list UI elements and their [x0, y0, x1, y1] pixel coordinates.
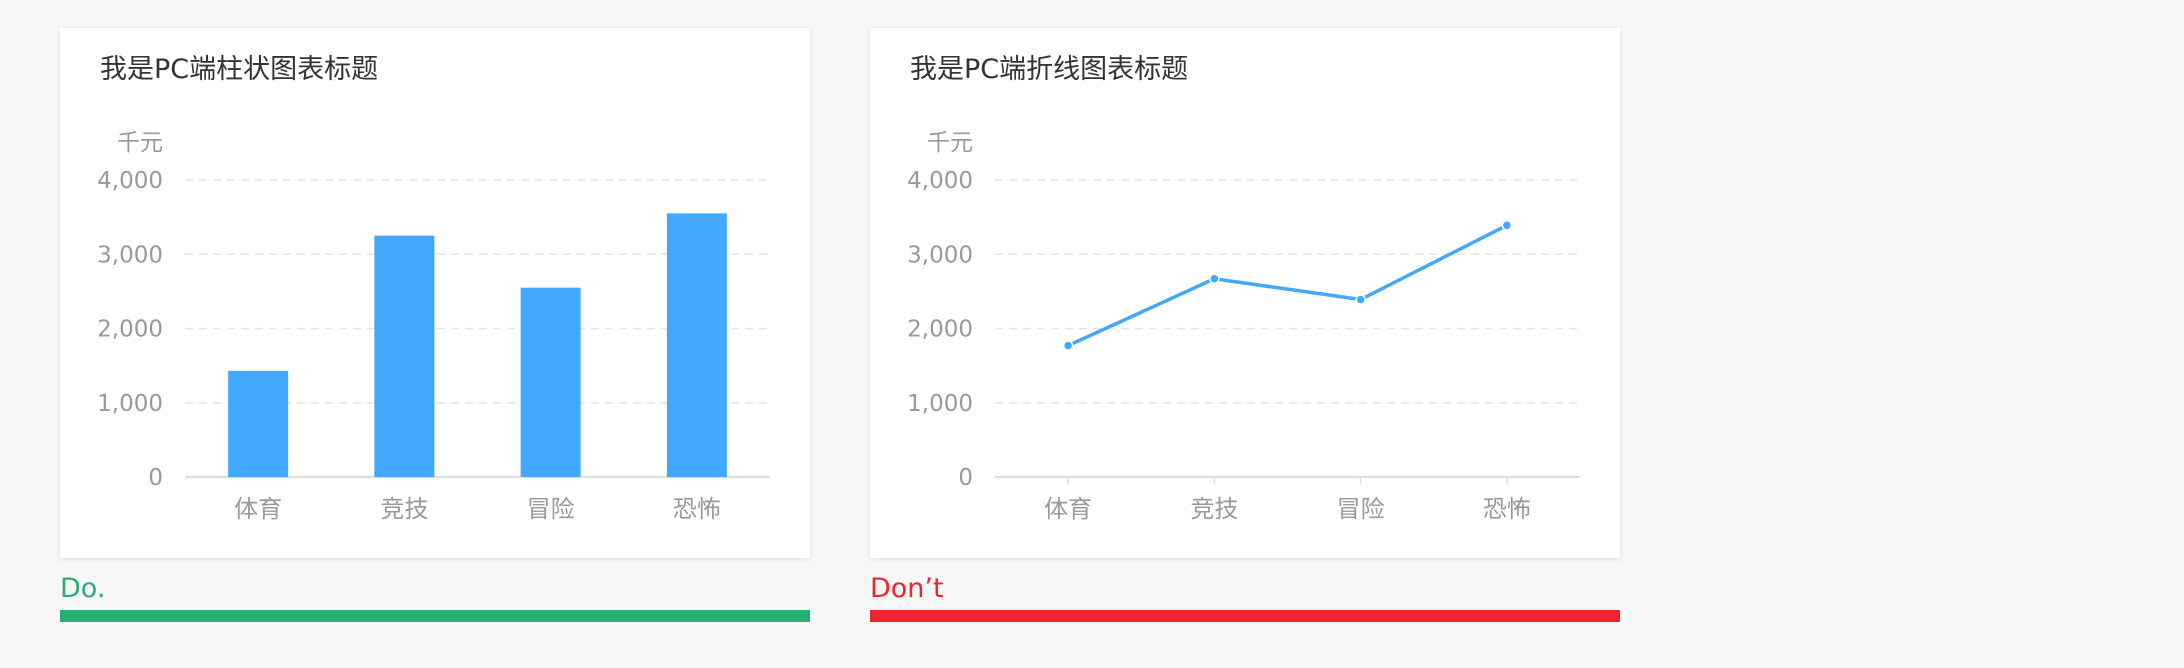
y-tick-label: 3,000: [97, 242, 163, 268]
x-tick-label: 竞技: [1190, 495, 1238, 523]
bar-chart: 我是PC端柱状图表标题 千元 0 1,000 2,000 3,000 4,000 体育 竞技…: [97, 54, 770, 523]
x-tick-label: 恐怖: [1483, 495, 1531, 523]
x-tick-label: 冒险: [1337, 495, 1385, 523]
chart-title: 我是PC端柱状图表标题: [100, 54, 378, 85]
y-tick-label: 0: [148, 465, 163, 491]
y-tick-label: 2,000: [907, 317, 973, 343]
data-point: [1209, 273, 1220, 285]
y-tick-label: 0: [958, 465, 973, 491]
bar-chart-card: 我是PC端柱状图表标题 千元 0 1,000 2,000 3,000 4,000 体育 竞技…: [60, 28, 810, 558]
y-tick-label: 1,000: [97, 391, 163, 417]
bar: [666, 213, 727, 477]
line-chart: 我是PC端折线图表标题 千元 0 1,000 2,000 3,000 4,000 体育 竞技…: [907, 54, 1580, 523]
y-axis-unit: 千元: [117, 130, 163, 156]
data-point: [1062, 340, 1074, 351]
data-point: [1355, 294, 1366, 305]
y-axis-unit: 千元: [927, 130, 973, 156]
y-tick-label: 2,000: [97, 317, 163, 343]
bar: [228, 370, 289, 477]
dont-bar: [870, 610, 1620, 622]
y-tick-label: 3,000: [907, 242, 973, 268]
chart-title: 我是PC端折线图表标题: [910, 54, 1188, 85]
bar: [520, 287, 581, 477]
do-bar: [60, 610, 810, 622]
x-tick-label: 竞技: [380, 495, 428, 523]
x-tick-label: 体育: [1044, 495, 1092, 523]
y-tick-label: 1,000: [907, 391, 973, 417]
data-point: [1501, 220, 1513, 231]
x-tick-label: 冒险: [527, 495, 575, 523]
y-tick-label: 4,000: [97, 168, 163, 194]
dont-label: Don’t: [870, 573, 944, 604]
bar: [374, 235, 435, 477]
series-line: [1067, 223, 1508, 348]
line-chart-card: 我是PC端折线图表标题 千元 0 1,000 2,000 3,000 4,000 体育 竞技…: [870, 28, 1620, 558]
bar-chart-panel: 我是PC端柱状图表标题 千元 0 1,000 2,000 3,000 4,000 体育 竞技…: [60, 28, 810, 622]
line-chart-panel: 我是PC端折线图表标题 千元 0 1,000 2,000 3,000 4,000 体育 竞技…: [870, 28, 1620, 622]
y-tick-label: 4,000: [907, 168, 973, 194]
x-tick-label: 恐怖: [673, 495, 721, 523]
do-label: Do.: [60, 573, 106, 604]
x-tick-label: 体育: [234, 495, 282, 523]
